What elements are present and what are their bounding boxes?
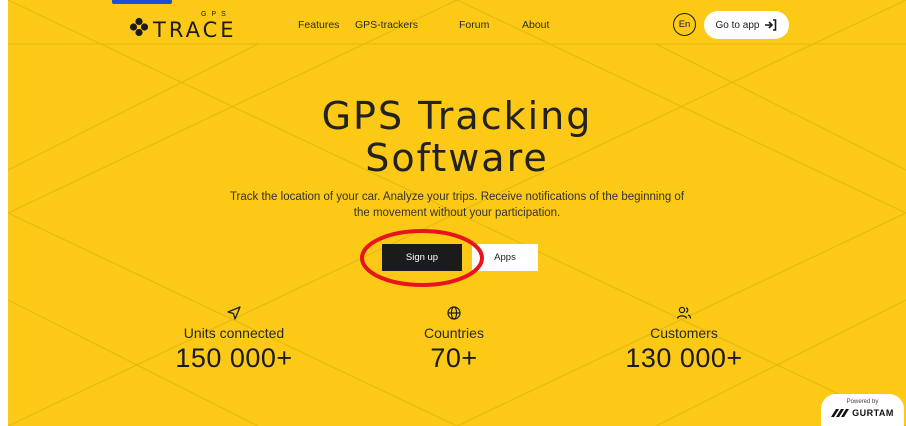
nav-features-label[interactable]: Features	[298, 19, 339, 31]
stat-countries: Countries 70+	[364, 306, 544, 374]
go-to-app-button[interactable]: Go to app	[704, 11, 789, 39]
stat-customers: Customers 130 000+	[594, 306, 774, 374]
apps-label: Apps	[494, 252, 516, 263]
stat-value: 70+	[430, 343, 478, 373]
page: GPS TRACE Features GPS-trackers Forum Ab…	[8, 0, 906, 426]
go-to-app-label: Go to app	[715, 19, 760, 31]
nav-link-gps-trackers[interactable]: GPS-trackers	[355, 19, 418, 31]
logo-wordmark: TRACE	[153, 18, 237, 42]
globe-icon	[447, 306, 461, 320]
powered-by-gurtam-badge[interactable]: Powered by GURTAM	[821, 394, 904, 426]
stat-label: Units connected	[183, 325, 285, 341]
stat-label: Countries	[424, 325, 484, 341]
users-icon	[676, 306, 692, 319]
gps-trace-logo[interactable]: GPS TRACE	[129, 11, 237, 42]
gurtam-logo-icon	[831, 409, 850, 417]
nav-link-features[interactable]: Features	[298, 19, 339, 31]
logo-flower-icon	[129, 17, 149, 37]
nav-trackers-label[interactable]: GPS-trackers	[355, 19, 418, 31]
stat-value: 150 000+	[175, 343, 293, 373]
nav-link-about[interactable]: About	[522, 19, 549, 31]
gurtam-brand: GURTAM	[831, 408, 894, 418]
hero-title-line-1: GPS Tracking	[321, 94, 593, 138]
stat-value: 130 000+	[625, 343, 743, 373]
login-arrow-icon	[765, 19, 777, 31]
hero-title-line-2: Software	[365, 136, 549, 180]
logo-superscript: GPS	[201, 11, 231, 18]
hero-subtitle: Track the location of your car. Analyze …	[229, 191, 685, 219]
red-annotation-circle	[360, 229, 484, 287]
nav-forum-label[interactable]: Forum	[459, 19, 489, 31]
cut-off-header-strip	[112, 0, 172, 4]
navigation-arrow-icon	[227, 306, 241, 320]
language-label: En	[678, 19, 691, 30]
nav-about-label[interactable]: About	[522, 19, 549, 31]
stat-label: Customers	[650, 325, 718, 341]
powered-by-label: Powered by	[846, 399, 879, 405]
nav-link-forum[interactable]: Forum	[459, 19, 489, 31]
logo-text: GPS TRACE	[153, 11, 237, 42]
stat-units-connected: Units connected 150 000+	[144, 306, 324, 374]
gurtam-brand-text: GURTAM	[852, 408, 894, 418]
language-switch[interactable]: En	[673, 13, 696, 36]
